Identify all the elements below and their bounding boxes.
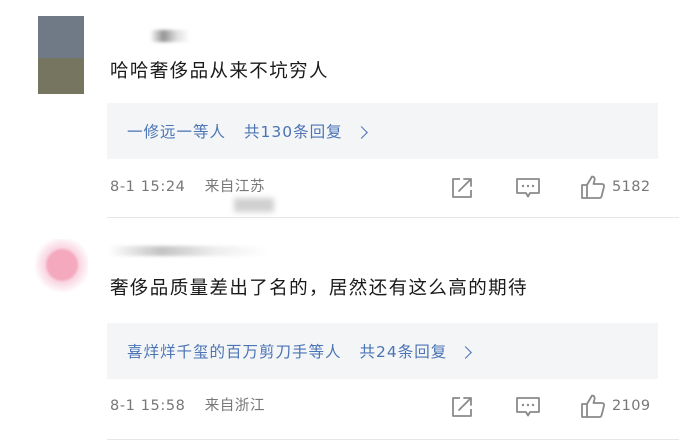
like-count: 2109 [612, 398, 651, 414]
comment-button[interactable] [515, 395, 541, 419]
divider [107, 439, 679, 440]
avatar-bottom-area [38, 58, 84, 94]
share-button[interactable] [450, 176, 474, 200]
share-icon [452, 397, 472, 417]
comment-item: 奢侈品质量差出了名的，居然还有这么高的期待 喜烊烊千玺的百万剪刀手等人 共24条… [0, 219, 679, 446]
replies-link[interactable]: 喜烊烊千玺的百万剪刀手等人 共24条回复 [107, 323, 658, 379]
reply-users: 一修远一等人 [127, 123, 227, 141]
reply-count: 共24条回复 [359, 343, 448, 361]
avatar[interactable] [34, 239, 88, 293]
comment-date: 8-1 15:58 [110, 398, 186, 414]
comment-text: 哈哈奢侈品从来不坑穷人 [110, 61, 329, 82]
replies-link[interactable]: 一修远一等人 共130条回复 [107, 103, 658, 159]
comment-text: 奢侈品质量差出了名的，居然还有这么高的期待 [110, 278, 528, 299]
divider [107, 217, 679, 218]
comment-item: 哈哈奢侈品从来不坑穷人 一修远一等人 共130条回复 8-1 15:24 来自江… [0, 0, 679, 219]
reply-users: 喜烊烊千玺的百万剪刀手等人 [127, 343, 342, 361]
comment-meta: 8-1 15:24 来自江苏 [110, 177, 265, 197]
avatar-top-area [38, 16, 84, 58]
like-count: 5182 [612, 179, 651, 195]
reply-count: 共130条回复 [244, 123, 343, 141]
blurred-area [234, 198, 274, 212]
comment-date: 8-1 15:24 [110, 179, 186, 195]
like-button[interactable]: 2109 [580, 393, 658, 419]
share-button[interactable] [450, 395, 474, 419]
like-icon [581, 394, 606, 418]
comment-button[interactable] [515, 176, 541, 200]
username-blurred [108, 246, 268, 256]
like-button[interactable]: 5182 [580, 174, 658, 200]
avatar[interactable] [38, 16, 84, 94]
comment-icon [516, 397, 540, 417]
comment-location: 来自江苏 [204, 179, 266, 195]
chevron-right-icon [354, 125, 368, 139]
comment-icon [516, 178, 540, 198]
like-icon [581, 175, 606, 199]
comment-location: 来自浙江 [204, 398, 266, 414]
chevron-right-icon [459, 345, 473, 359]
share-icon [452, 178, 472, 198]
comment-meta: 8-1 15:58 来自浙江 [110, 396, 265, 416]
comment-feed: 哈哈奢侈品从来不坑穷人 一修远一等人 共130条回复 8-1 15:24 来自江… [0, 0, 679, 446]
username-blurred [150, 30, 190, 42]
